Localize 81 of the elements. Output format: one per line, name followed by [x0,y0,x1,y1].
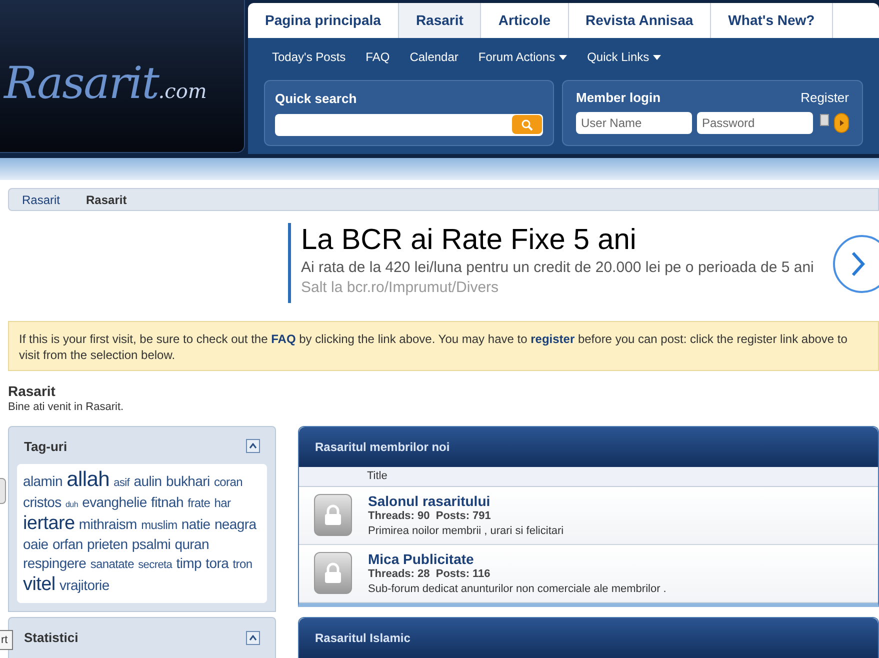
subnav-link[interactable]: Today's Posts [272,48,346,66]
tag-link[interactable]: vrajitorie [59,577,110,593]
nav-tab[interactable]: Pagina principala [248,3,399,38]
tag-link[interactable]: natie [181,516,210,532]
tag-link[interactable]: oaie [23,536,48,552]
collapse-button[interactable] [246,630,260,645]
tag-link[interactable]: timp [176,555,202,571]
notice-text: If this is your first visit, be sure to check out the FAQ by clicking the link above. You may have to register before you can post: click the register link above to [19,331,848,347]
nav-tab[interactable]: Articole [481,3,569,38]
tag-link[interactable]: asif [114,477,130,489]
breadcrumb-link[interactable]: Rasarit [73,190,140,208]
password-field[interactable]: Password [697,112,813,134]
forum-description: Primirea noilor membrii , urari si felicitari [368,524,564,538]
ad-text: Ai rata de la 420 lei/luna pentru un credit de 20.000 lei pe o perioada de 5 ani Salt la bcr.ro/Imprumut/Divers [301,258,815,298]
search-icon [521,118,533,130]
register-link[interactable]: Register [800,88,849,108]
chevron-up-icon [249,634,257,641]
search-field[interactable] [275,114,543,136]
nav-tab[interactable]: Rasarit [398,3,482,38]
chevron-right-icon [851,251,865,277]
tag-link[interactable]: evanghelie [82,494,147,510]
welcome-subtitle: Bine ati venit in Rasarit. [8,400,125,415]
notice-text: visit from the selection below. [19,347,176,363]
locked-forum-icon [314,552,352,594]
remember-checkbox[interactable] [820,114,830,126]
tag-link[interactable]: mithraism [78,516,137,532]
forum-category-header[interactable]: Rasaritul Islamic [299,618,878,658]
login-button[interactable] [834,112,849,132]
subnav-link[interactable]: Quick Links [587,48,662,66]
tag-link[interactable]: orfan [52,536,83,552]
tag-link[interactable]: alamin [23,473,62,489]
welcome-title: Rasarit [8,383,56,399]
tag-link[interactable]: neagra [214,516,256,532]
locked-forum-icon [314,494,352,536]
nav-tab[interactable]: Revista Annisaa [568,3,712,38]
tag-link[interactable]: aulin [134,473,162,489]
tag-link[interactable]: cristos [23,494,62,510]
block-title: Statistici [24,629,78,647]
ad-headline[interactable]: La BCR ai Rate Fixe 5 ani [301,223,823,257]
caret-icon [653,54,662,60]
tag-link[interactable]: secreta [138,559,172,571]
tag-link[interactable]: vitel [23,574,56,595]
tag-link[interactable]: tora [206,555,229,571]
forum-stats: Threads: 28 Posts: 116 [368,566,492,582]
tag-link[interactable]: duh [66,500,78,509]
forum-description: Sub-forum dedicat anunturilor non comerciale ale membrilor . [368,582,666,596]
subnav-link[interactable]: FAQ [366,48,390,66]
tag-link[interactable]: iertare [23,513,75,534]
tag-link[interactable]: fitnah [151,494,184,510]
tooltip: rt [0,630,13,650]
tag-link[interactable]: respingere [23,555,86,571]
collapse-button[interactable] [246,439,260,454]
forum-category-header[interactable]: Rasaritul membrilor noi [299,426,878,466]
tag-link[interactable]: sanatate [90,557,134,571]
tag-link[interactable]: allah [66,468,110,491]
forum-stats: Threads: 90 Posts: 791 [368,508,492,524]
tag-link[interactable]: har [214,496,231,510]
chevron-up-icon [249,443,257,450]
tag-link[interactable]: muslim [141,518,178,532]
tag-link[interactable]: quran [174,536,210,552]
panel-title: Member login [576,89,661,107]
forum-title[interactable]: Mica Publicitate [368,550,666,566]
tag-link[interactable]: tron [232,557,252,571]
site-logo[interactable]: Rasarit.com [4,51,207,117]
block-title: Tag-uri [24,438,68,456]
tag-link[interactable]: bukhari [166,473,210,489]
panel-title: Quick search [275,90,358,108]
subnav-link[interactable]: Calendar [410,48,458,66]
column-header: Title [299,466,878,486]
play-icon [840,120,844,126]
ad-next-button[interactable] [833,235,879,293]
tag-link[interactable]: coran [214,475,242,489]
nav-tab[interactable]: What's New? [711,3,833,38]
tag-link[interactable]: prieten [87,536,128,552]
tag-link[interactable]: psalmi [132,536,171,552]
username-field[interactable]: User Name [576,112,692,134]
breadcrumb-link[interactable]: Rasarit [9,190,74,208]
subnav-link[interactable]: Forum Actions [478,48,568,66]
tag-link[interactable]: frate [188,496,210,510]
forum-title[interactable]: Salonul rasaritului [368,492,564,508]
caret-icon [559,54,568,60]
